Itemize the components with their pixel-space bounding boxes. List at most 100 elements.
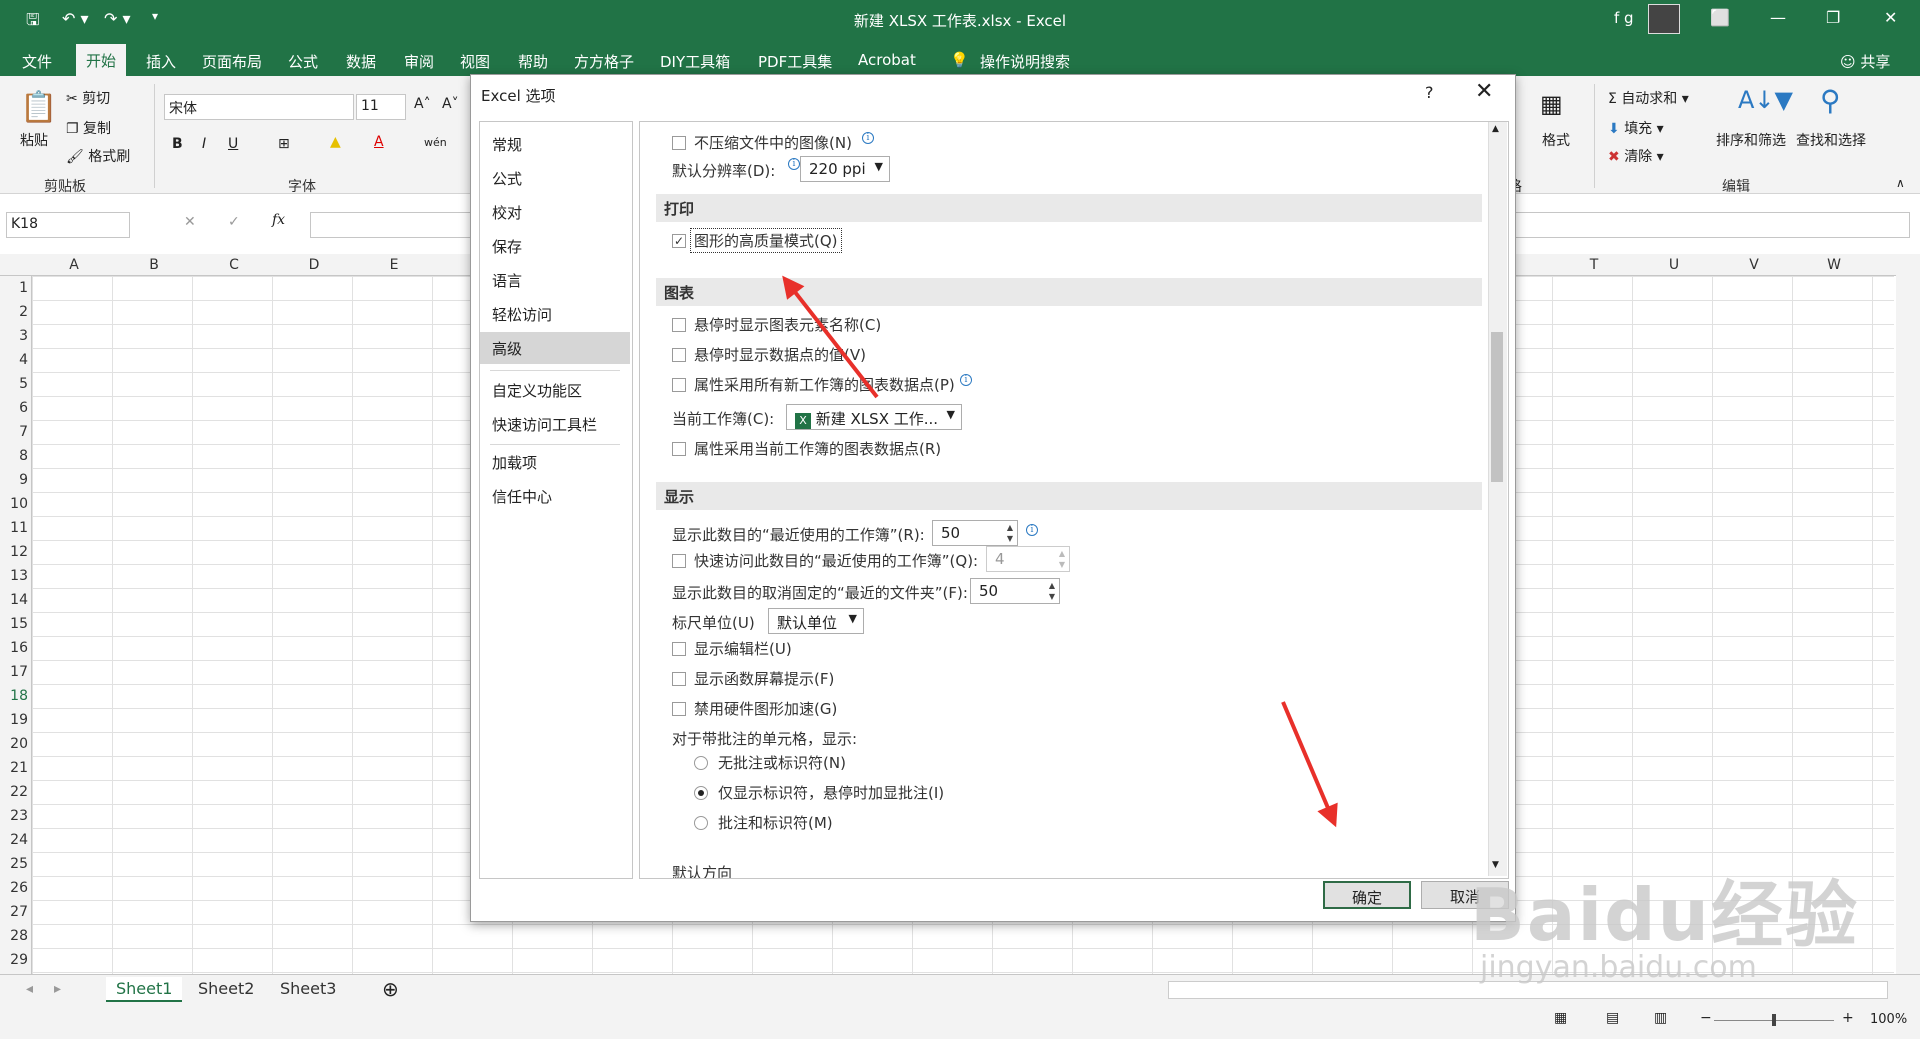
user-name[interactable]: f g [1614, 9, 1634, 27]
fill-button[interactable]: ⬇ 填充 ▾ [1608, 118, 1664, 138]
column-header[interactable]: E [354, 257, 434, 273]
row-header[interactable]: 3 [0, 328, 28, 344]
shrink-font-icon[interactable]: A˅ [442, 96, 459, 112]
tab-formulas[interactable]: 公式 [288, 51, 318, 72]
no-compress-checkbox[interactable] [672, 136, 686, 150]
row-header[interactable]: 23 [0, 808, 28, 824]
tab-diy-toolbox[interactable]: DIY工具箱 [660, 51, 730, 72]
props-current-checkbox[interactable] [672, 442, 686, 456]
underline-button[interactable]: U [228, 136, 238, 152]
row-header[interactable]: 6 [0, 400, 28, 416]
nav-item-save[interactable]: 保存 [480, 230, 630, 262]
scroll-thumb[interactable] [1491, 332, 1503, 482]
zoom-in-icon[interactable]: + [1842, 1010, 1854, 1026]
row-header[interactable]: 8 [0, 448, 28, 464]
ruler-units-select[interactable]: 默认单位 ▼ [768, 608, 864, 634]
row-header[interactable]: 28 [0, 928, 28, 944]
zoom-level[interactable]: 100% [1870, 1012, 1907, 1027]
row-header[interactable]: 29 [0, 952, 28, 968]
hover-names-checkbox[interactable] [672, 318, 686, 332]
tab-insert[interactable]: 插入 [146, 51, 176, 72]
paste-button[interactable]: 粘贴 [20, 130, 48, 150]
fill-color-icon[interactable]: ▲ [330, 134, 341, 150]
row-header[interactable]: 5 [0, 376, 28, 392]
name-box[interactable]: K18 [6, 212, 130, 238]
tab-view[interactable]: 视图 [460, 51, 490, 72]
insert-function-button[interactable]: fx [272, 212, 285, 228]
close-icon[interactable]: ✕ [1884, 8, 1897, 27]
sheet-tab[interactable]: Sheet3 [270, 977, 346, 1000]
tab-acrobat[interactable]: Acrobat [858, 51, 916, 69]
row-header[interactable]: 26 [0, 880, 28, 896]
row-header[interactable]: 7 [0, 424, 28, 440]
font-name-select[interactable]: 宋体 [164, 94, 354, 120]
row-header[interactable]: 10 [0, 496, 28, 512]
row-header[interactable]: 12 [0, 544, 28, 560]
find-select-button[interactable]: 查找和选择 [1796, 130, 1866, 150]
phonetic-icon[interactable]: wén [424, 136, 447, 149]
column-header[interactable]: C [194, 257, 274, 273]
tab-review[interactable]: 审阅 [404, 51, 434, 72]
row-header[interactable]: 21 [0, 760, 28, 776]
disable-hw-accel-checkbox[interactable] [672, 702, 686, 716]
add-sheet-icon[interactable]: ⊕ [382, 977, 399, 1001]
indicators-only-radio[interactable] [694, 786, 708, 800]
column-header[interactable]: U [1634, 257, 1714, 273]
row-header[interactable]: 13 [0, 568, 28, 584]
font-size-select[interactable]: 11 [356, 94, 406, 120]
normal-view-icon[interactable]: ▦ [1554, 1010, 1567, 1026]
italic-button[interactable]: I [202, 136, 206, 152]
row-header[interactable]: 1 [0, 280, 28, 296]
scroll-up-icon[interactable]: ▲ [1492, 124, 1499, 134]
row-header[interactable]: 2 [0, 304, 28, 320]
row-header[interactable]: 15 [0, 616, 28, 632]
prev-sheet-icon[interactable]: ◂ [26, 981, 33, 997]
zoom-out-icon[interactable]: − [1700, 1010, 1712, 1026]
confirm-entry-icon[interactable]: ✓ [228, 214, 240, 230]
props-all-checkbox[interactable] [672, 378, 686, 392]
sheet-tab[interactable]: Sheet2 [188, 977, 264, 1000]
ribbon-display-icon[interactable]: ⬜ [1710, 8, 1730, 27]
tab-file[interactable]: 文件 [22, 51, 52, 72]
column-header[interactable]: A [34, 257, 114, 273]
next-sheet-icon[interactable]: ▸ [54, 981, 61, 997]
row-header[interactable]: 4 [0, 352, 28, 368]
zoom-slider-thumb[interactable] [1772, 1014, 1776, 1026]
quick-access-checkbox[interactable] [672, 554, 686, 568]
help-button[interactable]: ? [1425, 83, 1434, 102]
row-header[interactable]: 17 [0, 664, 28, 680]
row-header-active[interactable]: 18 [0, 688, 28, 704]
cancel-entry-icon[interactable]: ✕ [184, 214, 196, 230]
close-icon[interactable]: ✕ [1475, 79, 1493, 104]
nav-item-language[interactable]: 语言 [480, 264, 630, 296]
row-header[interactable]: 20 [0, 736, 28, 752]
paste-icon[interactable]: 📋 [20, 90, 57, 125]
tell-me-search[interactable]: 操作说明搜索 [980, 51, 1070, 72]
nav-item-customize-ribbon[interactable]: 自定义功能区 [480, 374, 630, 406]
page-break-view-icon[interactable]: ▥ [1654, 1010, 1667, 1026]
row-header[interactable]: 9 [0, 472, 28, 488]
unpinned-folders-spinner[interactable]: 50 ▲ ▼ [970, 578, 1060, 604]
tab-help[interactable]: 帮助 [518, 51, 548, 72]
hover-values-checkbox[interactable] [672, 348, 686, 362]
column-header[interactable]: B [114, 257, 194, 273]
column-header[interactable]: D [274, 257, 354, 273]
tab-pdf-tools[interactable]: PDF工具集 [758, 51, 832, 72]
grow-font-icon[interactable]: A˄ [414, 96, 431, 112]
bold-button[interactable]: B [172, 136, 183, 152]
current-workbook-select[interactable]: X 新建 XLSX 工作... ▼ [786, 404, 962, 430]
show-formula-bar-checkbox[interactable] [672, 642, 686, 656]
column-header[interactable]: W [1794, 257, 1874, 273]
tab-page-layout[interactable]: 页面布局 [202, 51, 262, 72]
default-resolution-select[interactable]: 220 ppi ▼ [800, 156, 890, 182]
row-header[interactable]: 16 [0, 640, 28, 656]
format-painter-button[interactable]: 🖌 格式刷 [66, 146, 130, 166]
tab-fangfanggezi[interactable]: 方方格子 [574, 51, 634, 72]
high-quality-graphics-checkbox[interactable]: ✓ [672, 234, 686, 248]
recent-workbooks-spinner[interactable]: 50 ▲ ▼ [932, 520, 1018, 546]
cut-button[interactable]: ✂ 剪切 [66, 88, 110, 108]
show-function-tips-checkbox[interactable] [672, 672, 686, 686]
sheet-tab[interactable]: Sheet1 [106, 977, 183, 1002]
font-color-icon[interactable]: A [374, 134, 384, 150]
sort-filter-icon[interactable]: A↓▼ [1738, 86, 1793, 114]
